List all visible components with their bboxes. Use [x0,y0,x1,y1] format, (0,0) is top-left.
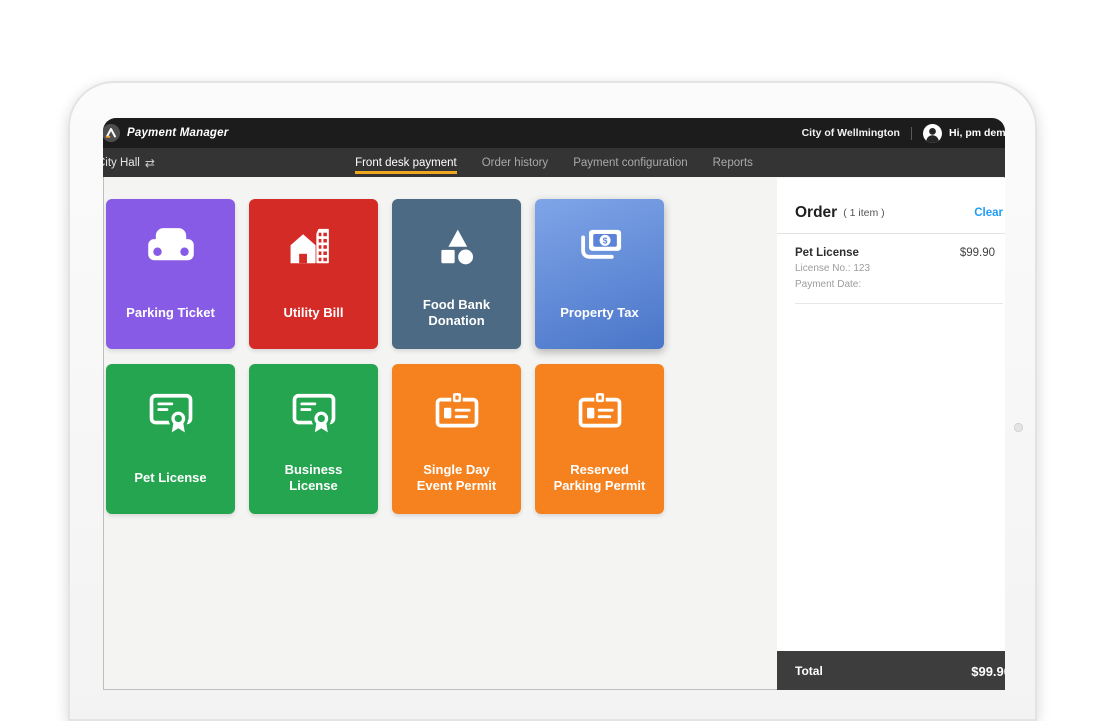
id-badge-icon [392,388,521,434]
tile-utility-bill[interactable]: Utility Bill [249,199,378,349]
order-item-license-no: License No.: 123 [795,263,1003,275]
tab-order-history[interactable]: Order history [482,151,548,174]
front-camera [1014,423,1023,432]
header-divider [911,127,912,140]
order-panel: Order ( 1 item ) Clear Pet License $99.9… [777,178,1005,690]
house-building-icon [249,223,378,269]
total-label: Total [795,664,823,678]
id-badge-icon [535,388,664,434]
certificate-icon [106,388,235,436]
nav-bar: City Hall ⇄ Front desk payment Order his… [103,148,1005,177]
order-item-row: Pet License $99.90 [795,247,1003,259]
app-bar-right: City of Wellmington Hi, pm demo [802,124,1005,143]
order-item-name: Pet License [795,247,859,259]
order-total-bar: Total $99.90 [777,651,1005,690]
order-title: Order [795,204,837,222]
tile-label: Reserved Parking Permit [541,460,658,496]
location-switcher[interactable]: City Hall ⇄ [103,148,155,177]
tab-reports[interactable]: Reports [713,151,753,174]
payment-tile-grid: Parking Ticket Utili [106,199,664,514]
total-value: $99.90 [971,664,1005,679]
nav-tabs: Front desk payment Order history Payment… [355,151,753,174]
tile-food-bank-donation[interactable]: Food Bank Donation [392,199,521,349]
app-bar: Payment Manager City of Wellmington Hi, … [103,118,1005,148]
tile-reserved-parking-permit[interactable]: Reserved Parking Permit [535,364,664,514]
location-label: City Hall [103,157,140,169]
tile-label: Property Tax [541,295,658,331]
order-item-pet-license: Pet License $99.90 License No.: 123 Paym… [795,234,1003,304]
user-avatar-icon[interactable] [923,124,942,143]
organization-name: City of Wellmington [802,127,900,139]
tile-business-license[interactable]: Business License [249,364,378,514]
payment-manager-logo-icon [103,124,120,142]
tile-label: Parking Ticket [112,295,229,331]
tab-payment-configuration[interactable]: Payment configuration [573,151,687,174]
order-item-count: ( 1 item ) [843,207,884,219]
clear-order-button[interactable]: Clear [974,207,1003,219]
tile-label: Utility Bill [255,295,372,331]
svg-text:$: $ [602,235,607,245]
order-item-price: $99.90 [960,247,995,259]
user-greeting[interactable]: Hi, pm demo [949,127,1005,139]
tile-label: Single Day Event Permit [398,460,515,496]
tile-label: Food Bank Donation [398,295,515,331]
shapes-icon [392,223,521,269]
order-panel-header: Order ( 1 item ) Clear [777,178,1005,234]
payment-manager-app: Payment Manager City of Wellmington Hi, … [103,118,1005,690]
order-item-payment-date: Payment Date: [795,279,1003,291]
swap-location-icon: ⇄ [145,157,155,169]
tab-front-desk-payment[interactable]: Front desk payment [355,151,457,174]
tile-pet-license[interactable]: Pet License [106,364,235,514]
tablet-screen: Payment Manager City of Wellmington Hi, … [103,118,1005,690]
tile-parking-ticket[interactable]: Parking Ticket [106,199,235,349]
cash-icon: $ [535,223,664,267]
tile-label: Pet License [112,460,229,496]
tile-single-day-event-permit[interactable]: Single Day Event Permit [392,364,521,514]
app-title: Payment Manager [127,127,228,139]
tile-label: Business License [255,460,372,496]
car-icon [106,223,235,267]
tile-property-tax[interactable]: $ Property Tax [535,199,664,349]
certificate-icon [249,388,378,436]
